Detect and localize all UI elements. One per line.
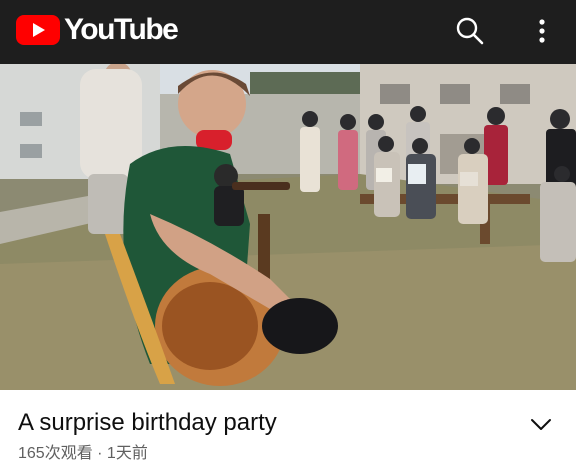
youtube-logo-icon [16,15,60,45]
video-thumbnail[interactable] [0,64,576,390]
view-count: 165次观看 [18,445,93,462]
upload-age: 1天前 [106,445,148,462]
meta-separator: · [92,445,107,462]
search-icon[interactable] [452,13,488,49]
app-header: YouTube [0,0,576,64]
more-vert-icon[interactable] [524,13,560,49]
youtube-logo[interactable]: YouTube [16,13,179,47]
chevron-down-icon[interactable] [528,412,554,438]
video-meta: 165次观看 · 1天前 [18,443,148,465]
logo-text: YouTube [64,13,179,46]
video-info: A surprise birthday party 165次观看 · 1天前 [0,390,576,470]
video-title[interactable]: A surprise birthday party [18,408,277,438]
